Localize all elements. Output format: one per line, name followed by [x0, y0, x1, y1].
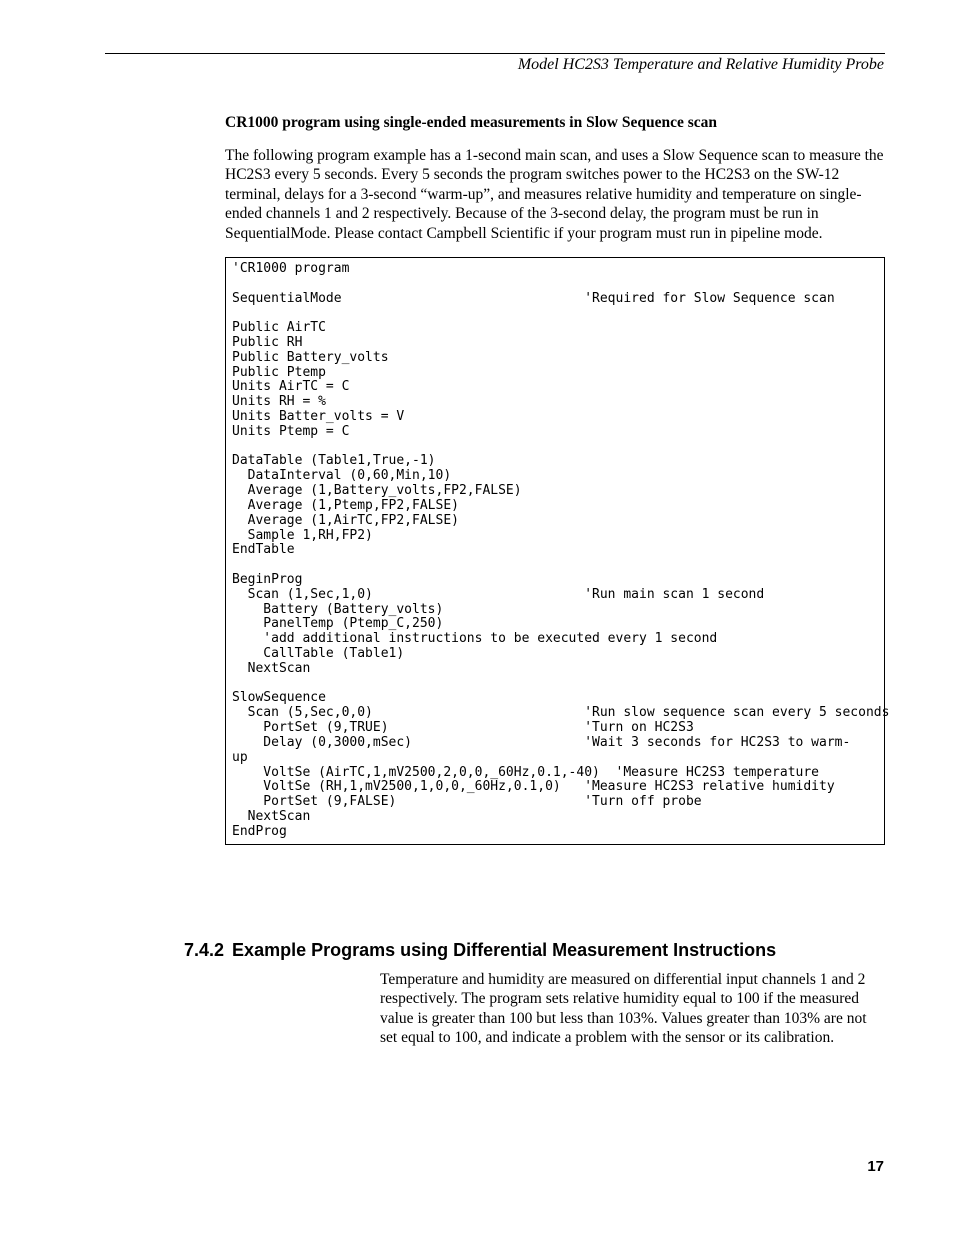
section-body-paragraph: Temperature and humidity are measured on… — [380, 970, 885, 1048]
example-subtitle: CR1000 program using single-ended measur… — [225, 114, 885, 132]
section-title: Example Programs using Differential Meas… — [232, 940, 776, 960]
page: Model HC2S3 Temperature and Relative Hum… — [0, 0, 954, 1235]
main-content: CR1000 program using single-ended measur… — [225, 114, 885, 845]
running-head: Model HC2S3 Temperature and Relative Hum… — [518, 56, 884, 74]
section-number: 7.4.2 — [184, 940, 224, 960]
intro-paragraph: The following program example has a 1-se… — [225, 146, 885, 243]
section-heading: 7.4.2 Example Programs using Differentia… — [184, 940, 884, 961]
page-number: 17 — [867, 1158, 884, 1175]
code-listing: 'CR1000 program SequentialMode 'Required… — [225, 257, 885, 845]
header-rule — [105, 53, 885, 54]
